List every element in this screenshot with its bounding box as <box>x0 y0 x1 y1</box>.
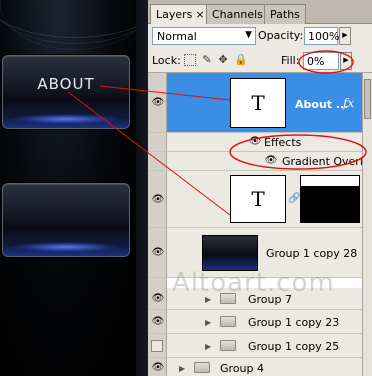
layer-row-group4[interactable]: 👁 ▶ Group 4 <box>148 358 362 376</box>
blend-row: Normal ▼ Opacity: 100% ▶ <box>148 24 372 48</box>
canvas-edge <box>136 0 148 376</box>
folder-icon <box>220 340 236 351</box>
opacity-label: Opacity: <box>258 29 304 42</box>
panel-tabs: Layers × Channels Paths <box>148 0 372 25</box>
blend-mode-select[interactable]: Normal ▼ <box>152 27 256 45</box>
effects-label: Effects <box>264 136 302 149</box>
layers-list: 👁 T About ... fx 👁 Effects 👁 Gradient Ov… <box>148 73 372 376</box>
gradient-overlay-row[interactable]: 👁 Gradient Overlay <box>148 152 372 171</box>
layer-name: Group 1 copy 28 <box>266 247 358 260</box>
blend-mode-value: Normal <box>157 30 197 43</box>
expand-triangle-icon[interactable]: ▶ <box>205 342 211 351</box>
fill-value: 0% <box>307 55 325 68</box>
layer-mask-thumbnail <box>300 175 360 223</box>
effects-row[interactable]: 👁 Effects <box>148 133 362 152</box>
fx-icon[interactable]: fx <box>343 96 354 110</box>
eye-icon[interactable]: 👁 <box>248 137 262 147</box>
tab-channels-label: Channels <box>212 8 263 21</box>
lock-move-icon[interactable]: ✥ <box>217 54 229 66</box>
lock-label: Lock: <box>152 54 181 67</box>
layer-thumbnail: T <box>230 175 286 223</box>
layers-panel: Layers × Channels Paths Normal ▼ Opacity:… <box>148 0 372 376</box>
tab-paths-label: Paths <box>270 8 300 21</box>
link-icon[interactable]: 🔗 <box>288 193 300 204</box>
chevron-down-icon: ▼ <box>245 30 252 40</box>
folder-icon <box>194 362 210 373</box>
about-button-label: ABOUT <box>37 75 95 93</box>
opacity-slider-arrow-icon[interactable]: ▶ <box>339 27 351 45</box>
layer-name: About ... <box>295 98 349 111</box>
visibility-toggle[interactable] <box>148 133 167 151</box>
close-icon[interactable]: × <box>195 8 204 21</box>
folder-icon <box>220 316 236 327</box>
fill-label: Fill: <box>281 54 300 67</box>
blank-button-graphic <box>2 183 130 257</box>
visibility-toggle[interactable] <box>148 334 167 357</box>
lock-brush-icon[interactable]: ✎ <box>201 54 213 66</box>
layer-row-group1-copy25[interactable]: ▶ Group 1 copy 25 <box>148 334 362 358</box>
layer-row-text-mask[interactable]: 👁 T 🔗 <box>148 171 362 228</box>
eye-icon[interactable]: 👁 <box>151 294 165 304</box>
document-canvas: ABOUT <box>0 0 148 376</box>
fill-field[interactable]: 0% <box>303 52 339 70</box>
layer-row-about[interactable]: 👁 T About ... fx <box>148 73 362 133</box>
expand-triangle-icon[interactable]: ▶ <box>205 318 211 327</box>
about-button-graphic: ABOUT <box>2 55 130 129</box>
expand-triangle-icon[interactable]: ▶ <box>179 364 185 373</box>
eye-icon[interactable]: 👁 <box>151 98 165 108</box>
layer-thumbnail: T <box>230 78 286 128</box>
visibility-toggle[interactable] <box>148 152 167 170</box>
gradient-overlay-label: Gradient Overlay <box>282 155 372 168</box>
eye-icon[interactable]: 👁 <box>151 248 165 258</box>
lock-transparent-icon[interactable] <box>184 54 196 66</box>
opacity-value: 100% <box>308 30 340 43</box>
tab-paths[interactable]: Paths <box>264 4 306 24</box>
watermark: Altoart.com <box>172 268 335 298</box>
tab-layers-label: Layers <box>156 8 193 21</box>
eye-icon[interactable]: 👁 <box>151 363 165 373</box>
eye-icon[interactable]: 👁 <box>151 195 165 205</box>
layer-name: Group 4 <box>220 362 264 375</box>
tab-channels[interactable]: Channels <box>206 4 269 24</box>
tab-layers[interactable]: Layers × <box>150 4 211 25</box>
layer-thumbnail <box>202 235 258 271</box>
scrollbar-thumb[interactable] <box>364 79 371 119</box>
layer-name: Group 1 copy 23 <box>248 316 340 329</box>
layers-scrollbar[interactable] <box>362 73 372 376</box>
lock-row: Lock: ✎ ✥ 🔒 Fill: 0% ▶ <box>148 48 372 73</box>
eye-icon[interactable]: 👁 <box>264 156 278 166</box>
eye-icon[interactable]: 👁 <box>151 317 165 327</box>
layer-name: Group 1 copy 25 <box>248 340 340 353</box>
decor-arc <box>0 0 148 50</box>
opacity-field[interactable]: 100% <box>304 27 340 45</box>
layer-row-group1-copy23[interactable]: 👁 ▶ Group 1 copy 23 <box>148 310 362 334</box>
fill-slider-arrow-icon[interactable]: ▶ <box>340 52 352 70</box>
lock-all-icon[interactable]: 🔒 <box>234 54 248 66</box>
